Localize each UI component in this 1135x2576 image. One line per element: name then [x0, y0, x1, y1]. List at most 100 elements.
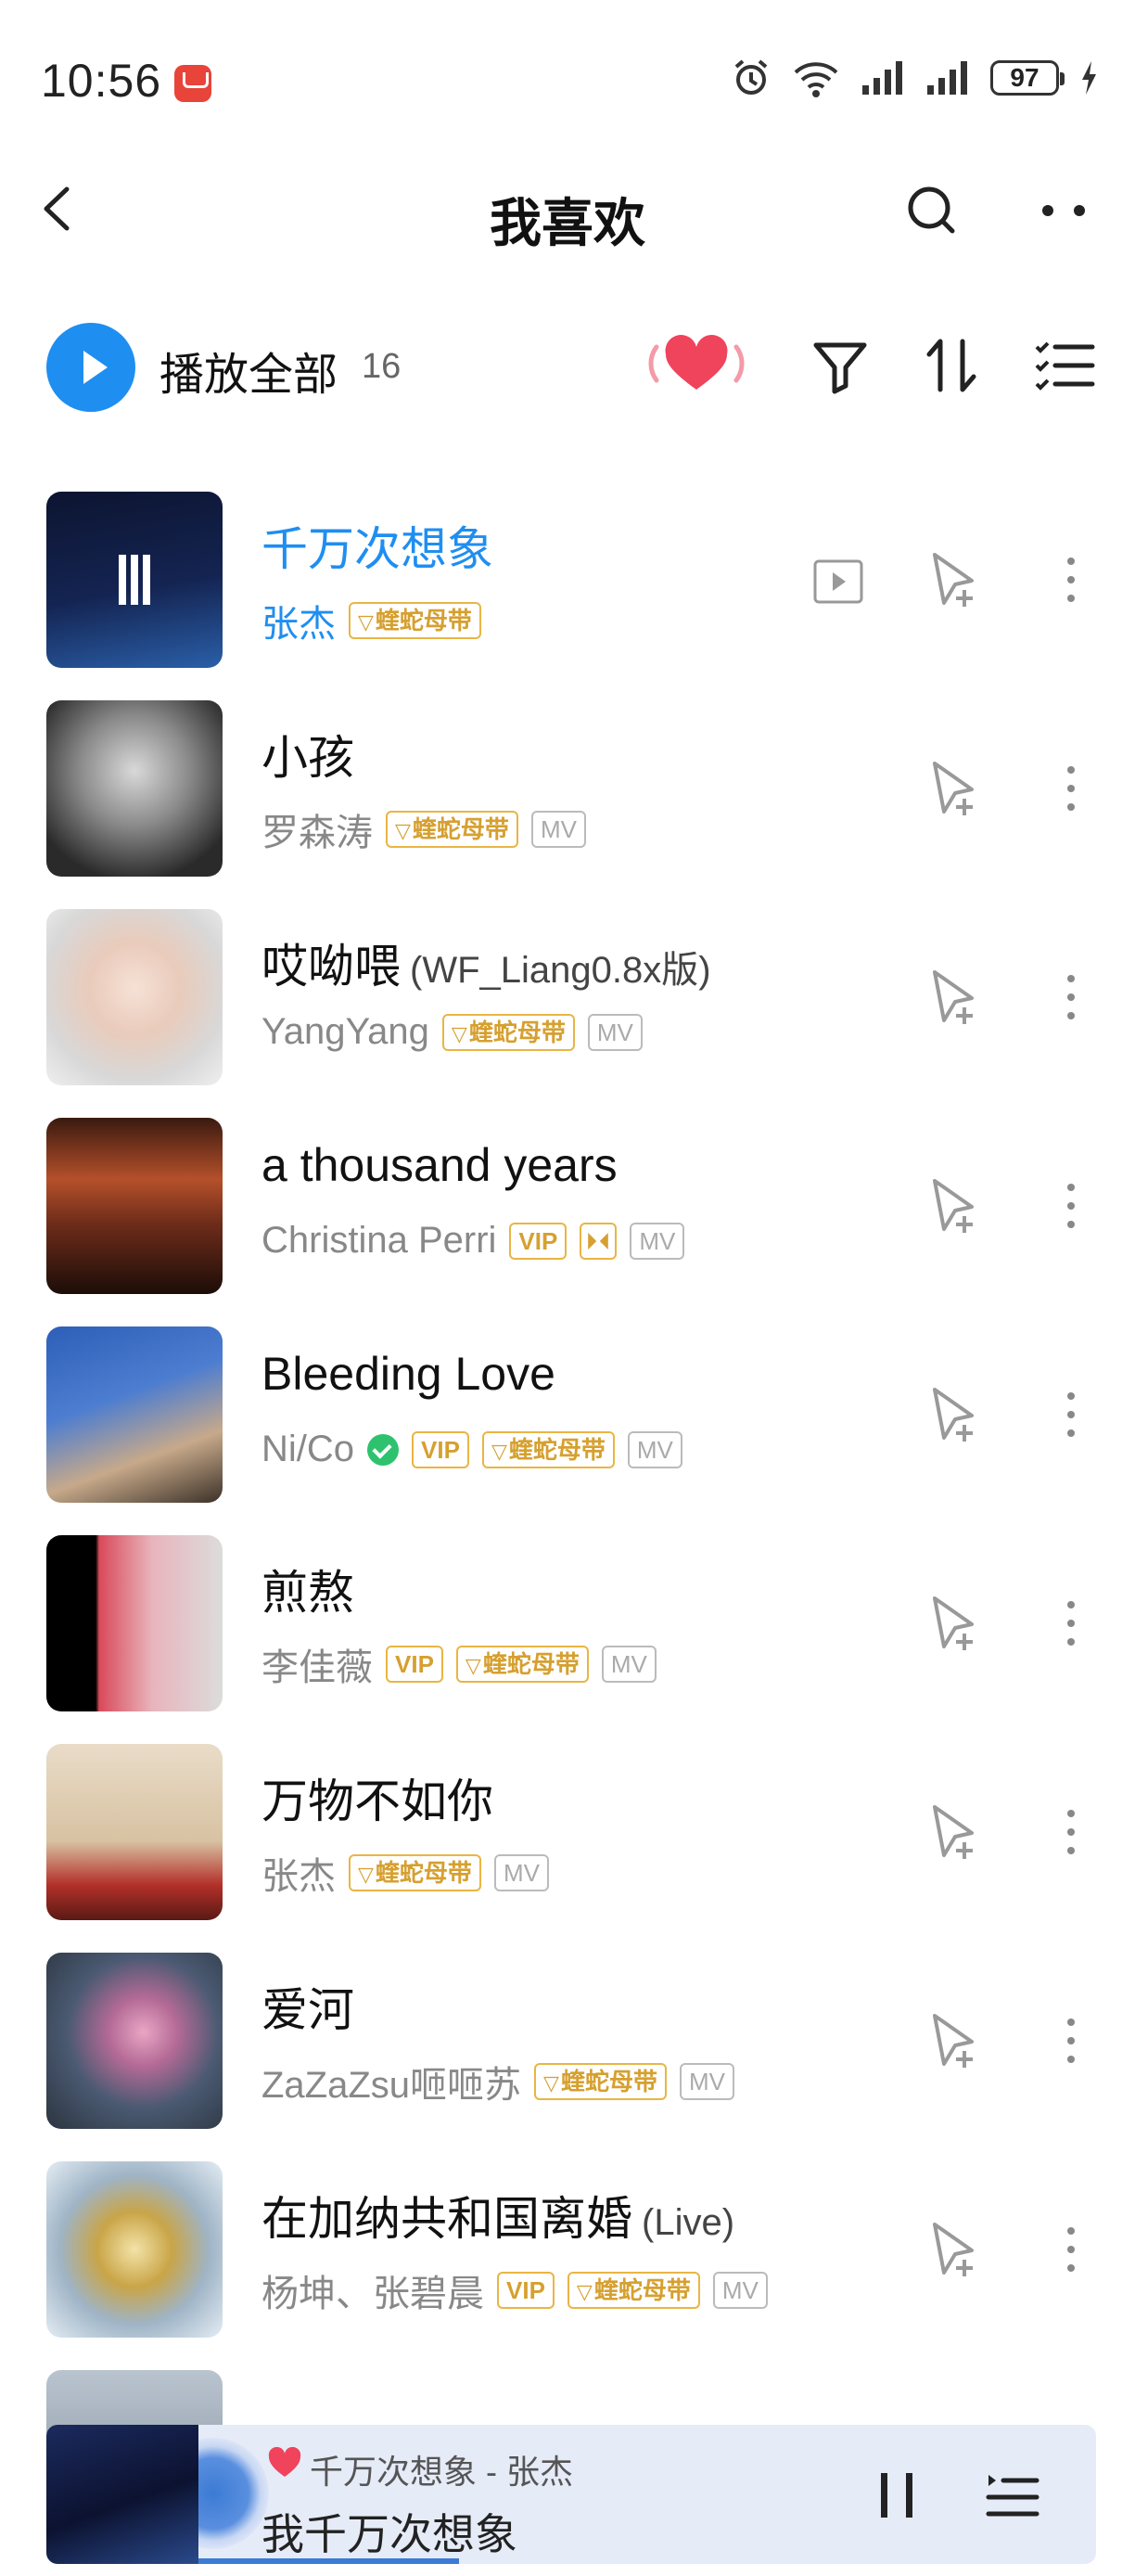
- play-all-label[interactable]: 播放全部: [159, 338, 338, 403]
- quality-badge: 蝰蛇母带: [481, 1430, 615, 1468]
- mv-badge[interactable]: MV: [679, 2063, 734, 2100]
- artist-name[interactable]: 张杰: [261, 594, 336, 647]
- mv-badge[interactable]: MV: [530, 811, 586, 848]
- playlist-icon[interactable]: [983, 2467, 1042, 2523]
- song-title: 万物不如你: [261, 1775, 493, 1827]
- mv-badge[interactable]: MV: [712, 2272, 768, 2309]
- mv-badge[interactable]: MV: [493, 1854, 549, 1891]
- pause-icon[interactable]: [874, 2469, 920, 2521]
- play-all-button[interactable]: [46, 323, 135, 412]
- playback-progress[interactable]: [198, 2558, 459, 2564]
- row-more-icon[interactable]: [1057, 549, 1085, 610]
- artist-name[interactable]: Christina Perri: [261, 1220, 496, 1262]
- battery-icon: 97: [990, 60, 1065, 96]
- pause-icon[interactable]: [113, 555, 158, 605]
- signal-icon: [927, 61, 967, 95]
- song-row[interactable]: 哎呦喂(WF_Liang0.8x版) YangYang 蝰蛇母带 MV: [0, 909, 1135, 1115]
- signal-icon: [862, 61, 902, 95]
- song-row[interactable]: 煎熬 李佳薇 VIP 蝰蛇母带 MV: [0, 1535, 1135, 1741]
- album-cover[interactable]: [46, 1953, 223, 2129]
- alarm-icon: [734, 59, 768, 95]
- row-more-icon[interactable]: [1057, 1175, 1085, 1237]
- artist-name[interactable]: 罗森涛: [261, 802, 373, 856]
- now-playing-lyric: 我千万次想象: [261, 2510, 517, 2558]
- multi-select-icon[interactable]: [1031, 332, 1098, 399]
- row-more-icon[interactable]: [1057, 1801, 1085, 1863]
- now-playing-title: 千万次想象 - 张杰: [310, 2453, 573, 2491]
- album-cover[interactable]: [46, 1118, 223, 1294]
- battery-level: 97: [1010, 63, 1039, 92]
- album-cover[interactable]: [46, 1744, 223, 1920]
- filter-icon[interactable]: [807, 332, 874, 399]
- song-row[interactable]: a thousand years Christina Perri VIP MV: [0, 1118, 1135, 1324]
- page-title: 我喜欢: [490, 194, 645, 252]
- more-dots-icon[interactable]: [1026, 178, 1100, 243]
- song-meta: 张杰 蝰蛇母带: [261, 594, 481, 647]
- row-more-icon[interactable]: [1057, 1384, 1085, 1445]
- row-more-icon[interactable]: [1057, 967, 1085, 1028]
- mini-player-cover[interactable]: [46, 2425, 198, 2564]
- song-title: 在加纳共和国离婚 (Live): [261, 2182, 734, 2249]
- song-count: 16: [362, 347, 402, 386]
- song-title: a thousand years: [261, 1139, 618, 1191]
- mv-badge[interactable]: MV: [627, 1430, 682, 1468]
- album-cover[interactable]: [46, 492, 223, 668]
- song-meta: 李佳薇 VIP 蝰蛇母带 MV: [261, 1637, 657, 1691]
- album-cover[interactable]: [46, 1326, 223, 1503]
- song-row[interactable]: Bleeding Love Ni/Co VIP 蝰蛇母带 MV: [0, 1326, 1135, 1532]
- row-more-icon[interactable]: [1057, 2219, 1085, 2280]
- song-title: 小孩: [261, 732, 354, 784]
- song-meta: 罗森涛 蝰蛇母带 MV: [261, 802, 586, 856]
- quality-badge: 蝰蛇母带: [349, 1854, 481, 1891]
- song-row[interactable]: 万物不如你 张杰 蝰蛇母带 MV: [0, 1744, 1135, 1950]
- mv-badge[interactable]: MV: [587, 1013, 643, 1051]
- play-next-icon[interactable]: [927, 549, 983, 610]
- song-title: 哎呦喂 (WF_Liang0.8x版): [261, 929, 711, 996]
- artist-name[interactable]: 李佳薇: [261, 1637, 373, 1691]
- huawei-app-icon: [174, 65, 211, 102]
- mv-badge[interactable]: MV: [601, 1646, 657, 1683]
- album-cover[interactable]: [46, 909, 223, 1085]
- quality-badge: 蝰蛇母带: [441, 1013, 575, 1051]
- song-meta: ZaZaZsu咂咂苏 蝰蛇母带 MV: [261, 2055, 734, 2108]
- song-meta: 张杰 蝰蛇母带 MV: [261, 1846, 549, 1900]
- quality-badge: 蝰蛇母带: [386, 811, 518, 848]
- artist-name[interactable]: YangYang: [261, 1011, 429, 1053]
- artist-name[interactable]: 杨坤、张碧晨: [261, 2263, 484, 2317]
- artist-name[interactable]: 张杰: [261, 1846, 336, 1900]
- row-more-icon[interactable]: [1057, 2010, 1085, 2071]
- song-row[interactable]: 小孩 罗森涛 蝰蛇母带 MV: [0, 700, 1135, 906]
- video-play-icon[interactable]: [812, 558, 864, 605]
- song-meta: Christina Perri VIP MV: [261, 1220, 685, 1262]
- play-next-icon[interactable]: [927, 967, 983, 1028]
- song-row[interactable]: 千万次想象 张杰 蝰蛇母带: [0, 492, 1135, 698]
- play-next-icon[interactable]: [927, 1801, 983, 1863]
- search-icon[interactable]: [899, 178, 964, 243]
- mini-player[interactable]: 千万次想象 - 张杰 我千万次想象: [46, 2425, 1096, 2564]
- play-next-icon[interactable]: [927, 2219, 983, 2280]
- song-row[interactable]: 在加纳共和国离婚(Live) 杨坤、张碧晨 VIP 蝰蛇母带 MV: [0, 2161, 1135, 2367]
- mv-badge[interactable]: MV: [630, 1222, 685, 1260]
- heart-pulse-icon[interactable]: [645, 332, 747, 399]
- artist-name[interactable]: ZaZaZsu咂咂苏: [261, 2055, 521, 2108]
- song-title-text: 在加纳共和国离婚: [261, 2193, 632, 2245]
- row-more-icon[interactable]: [1057, 758, 1085, 819]
- sort-icon[interactable]: [918, 332, 985, 399]
- artist-name[interactable]: Ni/Co: [261, 1429, 354, 1470]
- play-next-icon[interactable]: [927, 758, 983, 819]
- play-next-icon[interactable]: [927, 1384, 983, 1445]
- status-time: 10:56: [41, 55, 162, 107]
- quality-badge: 蝰蛇母带: [349, 602, 481, 639]
- play-next-icon[interactable]: [927, 1593, 983, 1654]
- song-title: Bleeding Love: [261, 1348, 555, 1400]
- album-cover[interactable]: [46, 1535, 223, 1711]
- row-more-icon[interactable]: [1057, 1593, 1085, 1654]
- page-header: 我喜欢: [0, 158, 1135, 260]
- album-cover[interactable]: [46, 700, 223, 877]
- heart-icon[interactable]: [267, 2447, 302, 2479]
- album-cover[interactable]: [46, 2161, 223, 2338]
- song-row[interactable]: 爱河 ZaZaZsu咂咂苏 蝰蛇母带 MV: [0, 1953, 1135, 2159]
- play-next-icon[interactable]: [927, 2010, 983, 2071]
- song-title: 爱河: [261, 1984, 354, 2036]
- play-next-icon[interactable]: [927, 1175, 983, 1237]
